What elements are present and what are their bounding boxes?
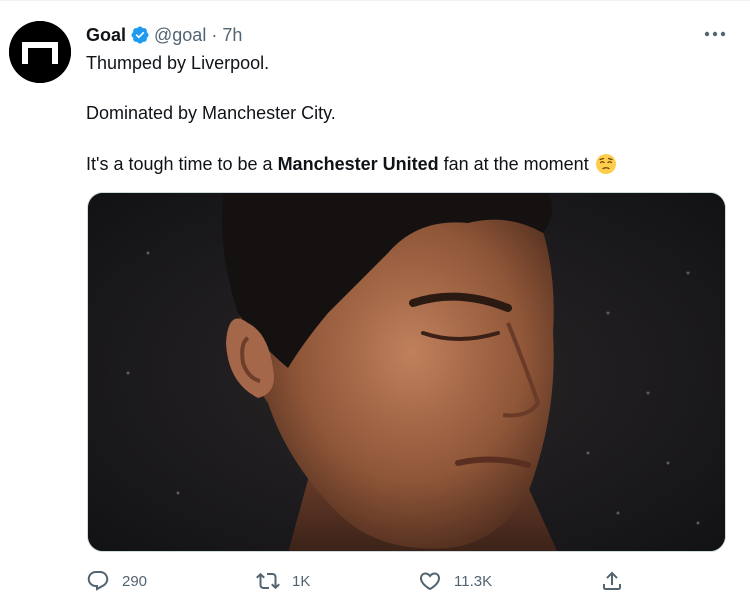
account-handle[interactable]: @goal (154, 25, 206, 46)
more-dots-icon (704, 31, 726, 37)
tweet-actions-bar: 290 1K 11.3K (86, 567, 646, 595)
tweet-text-suffix: fan at the moment (438, 154, 589, 174)
reply-count: 290 (122, 572, 148, 590)
more-options-button[interactable] (700, 23, 730, 45)
tweet-card[interactable]: Goal @goal · 7h Thumped by Liverpool. Do… (0, 0, 750, 606)
separator-dot: · (211, 24, 218, 45)
retweet-icon (256, 572, 280, 590)
pensive-face-emoji-icon (595, 153, 617, 175)
like-button[interactable]: 11.3K (418, 567, 492, 595)
reply-button[interactable]: 290 (86, 567, 147, 595)
retweet-button[interactable]: 1K (256, 567, 310, 595)
avatar[interactable] (9, 21, 71, 83)
goal-logo-icon (9, 21, 71, 83)
tweet-header: Goal @goal · 7h (86, 23, 242, 47)
verified-badge-icon (130, 25, 150, 45)
heart-icon (419, 572, 441, 591)
tweet-text-prefix: It's a tough time to be a (86, 154, 278, 174)
tweet-text-line-2: Dominated by Manchester City. (86, 103, 336, 123)
tweet-text-line-3: It's a tough time to be a Manchester Uni… (86, 152, 617, 176)
tweet-timestamp[interactable]: 7h (222, 25, 242, 46)
player-portrait-image (88, 193, 725, 551)
share-icon (603, 571, 621, 590)
tweet-text-bold: Manchester United (277, 154, 439, 174)
reply-icon (87, 571, 109, 591)
tweet-text-line-1: Thumped by Liverpool. (86, 53, 270, 73)
tweet-photo[interactable] (87, 192, 726, 552)
share-button[interactable] (600, 567, 624, 595)
like-count: 11.3K (454, 572, 493, 590)
retweet-count: 1K (292, 572, 311, 590)
account-name[interactable]: Goal (86, 25, 126, 46)
